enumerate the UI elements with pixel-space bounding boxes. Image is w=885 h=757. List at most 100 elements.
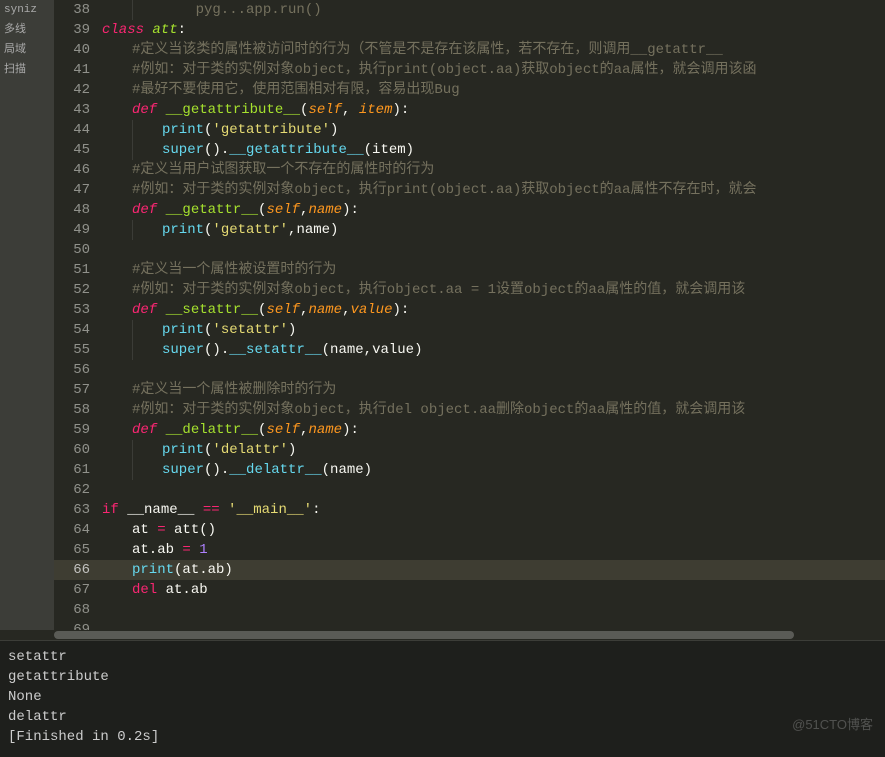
code-line[interactable]: def __delattr__(self,name): [102, 420, 885, 440]
line-number: 60 [62, 440, 90, 460]
code-token: ,name) [288, 220, 338, 240]
line-number: 40 [62, 40, 90, 60]
line-number: 47 [62, 180, 90, 200]
code-line[interactable]: #定义当一个属性被删除时的行为 [102, 380, 885, 400]
code-token: __getattr__ [166, 200, 258, 220]
code-line[interactable]: super().__delattr__(name) [102, 460, 885, 480]
code-token: #定义当一个属性被删除时的行为 [132, 380, 336, 400]
code-token: , [342, 300, 350, 320]
line-number: 42 [62, 80, 90, 100]
line-number: 67 [62, 580, 90, 600]
code-token: 'getattr' [212, 220, 288, 240]
code-token: pyg...app.run() [162, 0, 322, 20]
code-line[interactable]: #最好不要使用它，使用范围相对有限，容易出现Bug [102, 80, 885, 100]
indent-guide [132, 220, 162, 240]
code-line[interactable]: def __getattribute__(self, item): [102, 100, 885, 120]
code-line[interactable] [102, 240, 885, 260]
code-line[interactable] [102, 600, 885, 620]
code-line[interactable]: del at.ab [102, 580, 885, 600]
line-number: 44 [62, 120, 90, 140]
code-token: name [308, 200, 342, 220]
indent-guide [102, 540, 132, 560]
code-token: super [162, 340, 204, 360]
code-line[interactable]: #例如：对于类的实例对象object，执行print(object.aa)获取o… [102, 180, 885, 200]
indent-guide [132, 460, 162, 480]
indent-guide [102, 80, 132, 100]
indent-guide [102, 40, 132, 60]
code-line[interactable]: print('getattr',name) [102, 220, 885, 240]
code-token: def [132, 200, 166, 220]
indent-guide [102, 320, 132, 340]
code-editor[interactable]: 3839404142434445464748495051525354555657… [54, 0, 885, 630]
line-number: 52 [62, 280, 90, 300]
code-line[interactable]: #定义当用户试图获取一个不存在的属性时的行为 [102, 160, 885, 180]
code-line[interactable]: print('delattr') [102, 440, 885, 460]
indent-guide [102, 460, 132, 480]
code-token: __setattr__ [166, 300, 258, 320]
code-line[interactable]: #例如：对于类的实例对象object，执行print(object.aa)获取o… [102, 60, 885, 80]
code-line[interactable] [102, 620, 885, 630]
sidebar: syniz多线局域扫描 [0, 0, 54, 630]
code-line[interactable]: def __getattr__(self,name): [102, 200, 885, 220]
indent-guide [132, 320, 162, 340]
sidebar-item[interactable]: syniz [4, 2, 50, 18]
code-line[interactable]: super().__setattr__(name,value) [102, 340, 885, 360]
indent-guide [132, 0, 162, 20]
code-token: (at.ab) [174, 560, 233, 580]
code-line[interactable]: print(at.ab) [102, 560, 885, 580]
code-token: , [300, 420, 308, 440]
indent-guide [102, 260, 132, 280]
code-token: at [132, 520, 157, 540]
code-line[interactable]: pyg...app.run() [102, 0, 885, 20]
code-token: : [312, 500, 320, 520]
code-line[interactable]: at.ab = 1 [102, 540, 885, 560]
line-number: 58 [62, 400, 90, 420]
code-line[interactable]: #定义当一个属性被设置时的行为 [102, 260, 885, 280]
code-line[interactable]: if __name__ == '__main__': [102, 500, 885, 520]
code-token: __delattr__ [229, 460, 321, 480]
sidebar-item[interactable]: 局域 [4, 38, 50, 58]
code-token: #定义当该类的属性被访问时的行为（不管是不是存在该属性，若不存在，则调用__ge… [132, 40, 723, 60]
code-line[interactable]: #定义当该类的属性被访问时的行为（不管是不是存在该属性，若不存在，则调用__ge… [102, 40, 885, 60]
indent-guide [102, 520, 132, 540]
code-line[interactable]: print('getattribute') [102, 120, 885, 140]
code-line[interactable]: #例如：对于类的实例对象object，执行del object.aa删除obje… [102, 400, 885, 420]
line-number: 41 [62, 60, 90, 80]
code-line[interactable] [102, 480, 885, 500]
code-token: 1 [199, 540, 207, 560]
code-token: class [102, 20, 152, 40]
line-number: 61 [62, 460, 90, 480]
code-token: ( [204, 220, 212, 240]
code-line[interactable]: def __setattr__(self,name,value): [102, 300, 885, 320]
code-token: ): [392, 100, 409, 120]
horizontal-scrollbar[interactable] [0, 630, 885, 640]
scrollbar-thumb[interactable] [54, 631, 794, 639]
line-number: 56 [62, 360, 90, 380]
line-gutter: 3839404142434445464748495051525354555657… [54, 0, 102, 630]
line-number: 64 [62, 520, 90, 540]
code-token: ): [342, 420, 359, 440]
code-area[interactable]: pyg...app.run()class att: #定义当该类的属性被访问时的… [102, 0, 885, 630]
code-token: __name__ [127, 500, 194, 520]
indent-guide [102, 200, 132, 220]
code-line[interactable]: class att: [102, 20, 885, 40]
code-token: self [266, 200, 300, 220]
code-token: super [162, 460, 204, 480]
code-token: super [162, 140, 204, 160]
code-token: (name,value) [322, 340, 423, 360]
code-line[interactable]: #例如：对于类的实例对象object，执行object.aa = 1设置obje… [102, 280, 885, 300]
code-line[interactable]: super().__getattribute__(item) [102, 140, 885, 160]
code-token: ) [330, 120, 338, 140]
sidebar-item[interactable]: 扫描 [4, 58, 50, 78]
indent-guide [102, 0, 132, 20]
code-token: self [308, 100, 342, 120]
code-token: def [132, 100, 166, 120]
code-line[interactable] [102, 360, 885, 380]
code-token: (). [204, 460, 229, 480]
sidebar-item[interactable]: 多线 [4, 18, 50, 38]
code-token: att() [166, 520, 216, 540]
code-line[interactable]: at = att() [102, 520, 885, 540]
output-panel: setattrgetattributeNonedelattr[Finished … [0, 640, 885, 757]
code-line[interactable]: print('setattr') [102, 320, 885, 340]
code-token: #例如：对于类的实例对象object，执行print(object.aa)获取o… [132, 60, 756, 80]
